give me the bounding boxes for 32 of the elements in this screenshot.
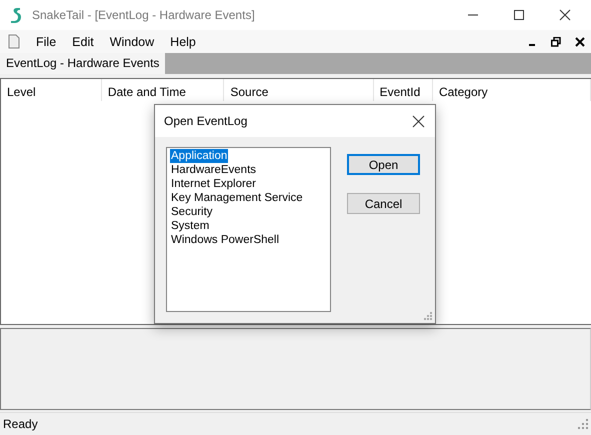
resize-grip-icon[interactable] bbox=[424, 312, 432, 320]
open-button[interactable]: Open bbox=[347, 154, 420, 175]
list-item[interactable]: Key Management Service bbox=[170, 191, 304, 205]
resize-grip-icon[interactable] bbox=[578, 419, 588, 429]
tab[interactable]: EventLog - Hardware Events bbox=[0, 53, 166, 74]
column-header[interactable]: Level bbox=[1, 79, 102, 101]
menu-item[interactable]: Window bbox=[102, 34, 162, 48]
dialog-title: Open EventLog bbox=[164, 114, 248, 128]
status-text: Ready bbox=[3, 417, 38, 431]
column-header[interactable]: Source bbox=[224, 79, 374, 101]
menu-item[interactable]: Help bbox=[162, 34, 204, 48]
list-item[interactable]: Security bbox=[170, 205, 214, 219]
maximize-icon[interactable] bbox=[513, 9, 525, 21]
list-item[interactable]: Application bbox=[170, 149, 228, 163]
column-header[interactable]: Date and Time bbox=[102, 79, 224, 101]
cancel-button[interactable]: Cancel bbox=[347, 193, 420, 214]
menu-item[interactable]: Edit bbox=[64, 34, 102, 48]
close-icon[interactable] bbox=[559, 9, 571, 21]
listbox[interactable]: Application HardwareEvents Internet Explorer Key Management Service Security System Windows PowerShell bbox=[166, 147, 331, 312]
close-icon[interactable] bbox=[412, 114, 425, 128]
list-item[interactable]: Windows PowerShell bbox=[170, 233, 280, 247]
list-item[interactable]: System bbox=[170, 219, 210, 233]
list-item[interactable]: Internet Explorer bbox=[170, 177, 258, 191]
list-item[interactable]: HardwareEvents bbox=[170, 163, 258, 177]
close-icon[interactable] bbox=[575, 36, 585, 46]
window-title: SnakeTail - [EventLog - Hardware Events] bbox=[32, 8, 255, 22]
restore-icon[interactable] bbox=[551, 36, 561, 46]
menu-item[interactable]: File bbox=[28, 34, 64, 48]
document-icon bbox=[8, 34, 20, 49]
column-header[interactable]: EventId bbox=[374, 79, 433, 101]
snake-icon bbox=[8, 6, 24, 24]
column-header[interactable]: Category bbox=[432, 79, 591, 101]
